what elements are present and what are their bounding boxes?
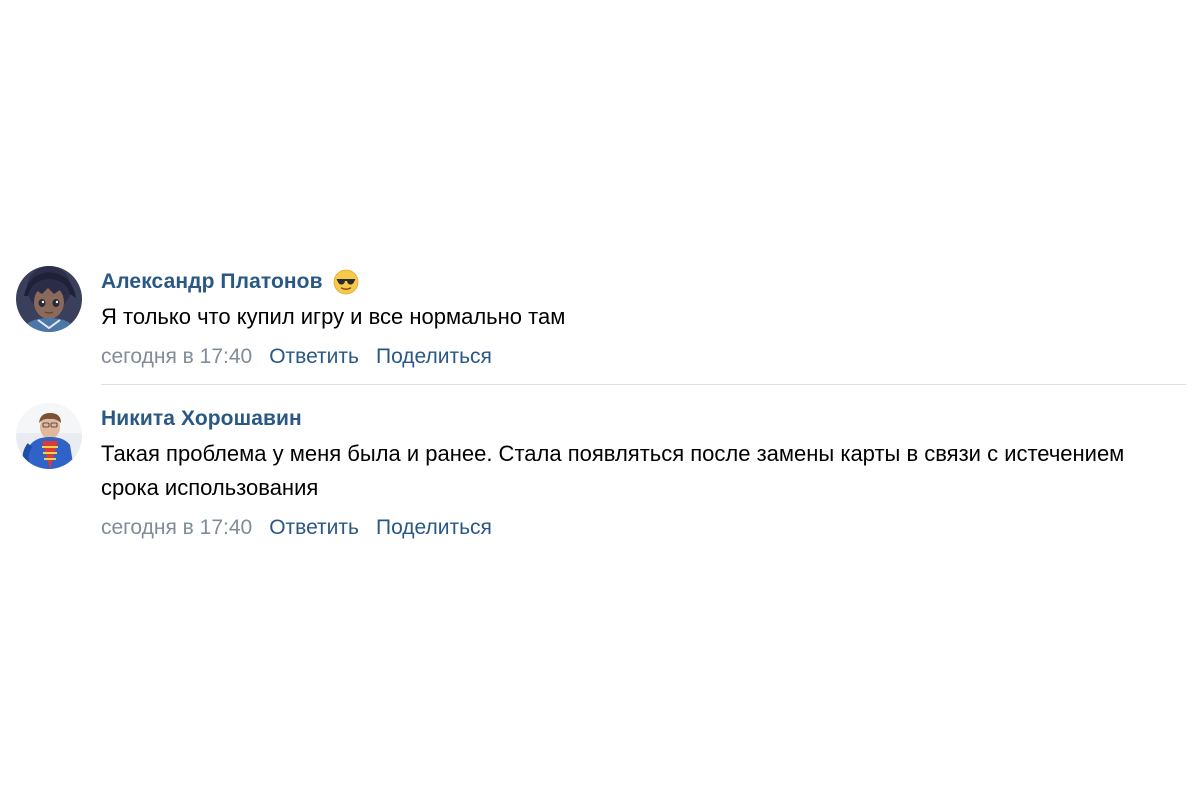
- avatar-image: [16, 266, 82, 332]
- comment-text: Я только что купил игру и все нормально …: [101, 304, 566, 329]
- avatar-image: [16, 403, 82, 469]
- author-name-link[interactable]: Александр Платонов: [101, 270, 323, 294]
- avatar[interactable]: [16, 266, 82, 332]
- comment-item: Никита Хорошавин Такая проблема у меня б…: [16, 401, 1186, 545]
- author-line: Александр Платонов: [101, 264, 1186, 300]
- comment-body: Никита Хорошавин Такая проблема у меня б…: [101, 401, 1186, 545]
- reply-link[interactable]: Ответить: [269, 511, 359, 545]
- reply-link[interactable]: Ответить: [269, 340, 359, 374]
- comment-item: Александр Платонов Я только что купил иг…: [16, 264, 1186, 374]
- comment-meta: сегодня в 17:40 Ответить Поделиться: [101, 340, 1186, 374]
- sunglasses-face-icon: [333, 269, 359, 295]
- comment-text: Такая проблема у меня была и ранее. Стал…: [101, 441, 1125, 500]
- share-link[interactable]: Поделиться: [376, 511, 492, 545]
- share-link[interactable]: Поделиться: [376, 340, 492, 374]
- comment-date[interactable]: сегодня в 17:40: [101, 340, 252, 374]
- author-name-link[interactable]: Никита Хорошавин: [101, 407, 302, 431]
- comments-list: Александр Платонов Я только что купил иг…: [16, 264, 1186, 545]
- author-line: Никита Хорошавин: [101, 401, 1186, 437]
- comment-divider: [101, 384, 1186, 385]
- comment-date[interactable]: сегодня в 17:40: [101, 511, 252, 545]
- page: Александр Платонов Я только что купил иг…: [0, 0, 1200, 800]
- avatar[interactable]: [16, 403, 82, 469]
- comment-body: Александр Платонов Я только что купил иг…: [101, 264, 1186, 374]
- comment-meta: сегодня в 17:40 Ответить Поделиться: [101, 511, 1186, 545]
